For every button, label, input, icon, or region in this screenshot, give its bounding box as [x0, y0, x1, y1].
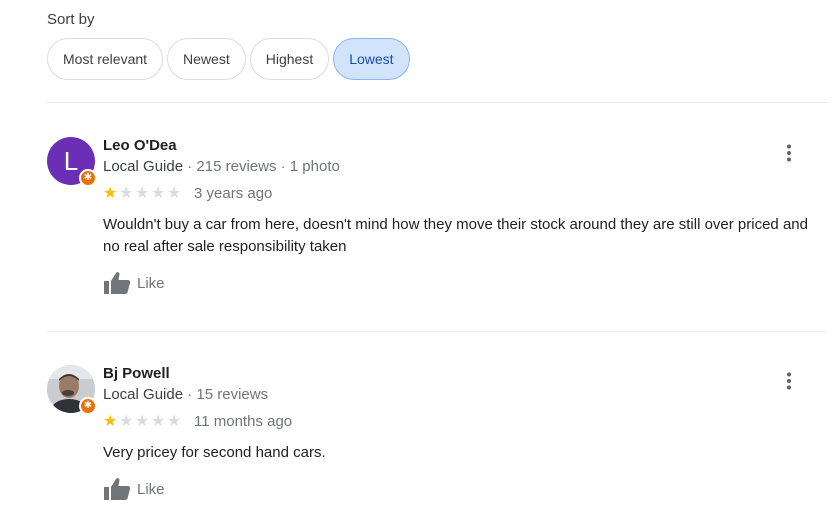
sort-by-label: Sort by — [47, 11, 95, 28]
like-button[interactable]: Like — [103, 271, 165, 295]
sort-most-relevant-chip[interactable]: Most relevant — [47, 38, 164, 80]
sort-options: Most relevant Newest Highest Lowest — [47, 38, 414, 80]
review-item: ✱ Bj Powell Local Guide · 15 reviews ★ ★… — [47, 365, 827, 515]
like-button[interactable]: Like — [103, 477, 165, 501]
star-icon: ★ — [103, 184, 118, 202]
reviews-panel: Sort by Most relevant Newest Highest Low… — [0, 0, 834, 517]
like-label: Like — [137, 274, 165, 292]
review-item: L ✱ Leo O'Dea Local Guide · 215 reviews … — [47, 137, 827, 307]
sort-newest-chip[interactable]: Newest — [167, 38, 246, 80]
reviewer-meta: Local Guide · 215 reviews · 1 photo — [103, 158, 340, 175]
reviewer-meta: Local Guide · 15 reviews — [103, 386, 268, 403]
star-rating: ★ ★ ★ ★ ★ — [103, 184, 183, 202]
rating-row: ★ ★ ★ ★ ★ 3 years ago — [103, 185, 272, 202]
meta-separator: · — [280, 158, 290, 175]
review-date: 3 years ago — [194, 185, 273, 202]
local-guide-label: Local Guide — [103, 158, 184, 175]
star-icon: ★ — [151, 184, 166, 202]
reviews-count: 15 reviews — [196, 386, 269, 403]
star-icon: ★ — [135, 184, 150, 202]
star-icon: ★ — [119, 184, 134, 202]
reviewer-avatar-container[interactable]: ✱ — [47, 365, 97, 415]
local-guide-badge-icon: ✱ — [79, 397, 97, 415]
more-vert-icon — [787, 372, 791, 390]
star-icon: ★ — [135, 412, 150, 430]
reviewer-avatar-container[interactable]: L ✱ — [47, 137, 97, 187]
thumbs-up-icon — [104, 478, 131, 500]
star-rating: ★ ★ ★ ★ ★ — [103, 412, 183, 430]
local-guide-badge-icon: ✱ — [79, 169, 97, 187]
review-text: Very pricey for second hand cars. — [103, 444, 326, 461]
like-label: Like — [137, 480, 165, 498]
review-date: 11 months ago — [194, 413, 293, 430]
star-icon: ★ — [151, 412, 166, 430]
reviewer-name[interactable]: Leo O'Dea — [103, 137, 177, 154]
star-icon: ★ — [119, 412, 134, 430]
star-icon: ★ — [167, 184, 182, 202]
divider — [47, 102, 827, 103]
thumbs-up-icon — [104, 272, 131, 294]
sort-lowest-chip[interactable]: Lowest — [333, 38, 410, 80]
divider — [47, 331, 827, 332]
local-guide-label: Local Guide — [103, 386, 184, 403]
photos-count: 1 photo — [289, 158, 340, 175]
more-options-button[interactable] — [779, 369, 799, 393]
review-text: Wouldn't buy a car from here, doesn't mi… — [103, 216, 808, 255]
star-icon: ★ — [103, 412, 118, 430]
more-vert-icon — [787, 144, 791, 162]
reviewer-name[interactable]: Bj Powell — [103, 365, 170, 382]
more-options-button[interactable] — [779, 141, 799, 165]
rating-row: ★ ★ ★ ★ ★ 11 months ago — [103, 413, 292, 430]
sort-highest-chip[interactable]: Highest — [249, 38, 330, 80]
reviews-count: 215 reviews — [196, 158, 277, 175]
star-icon: ★ — [167, 412, 182, 430]
